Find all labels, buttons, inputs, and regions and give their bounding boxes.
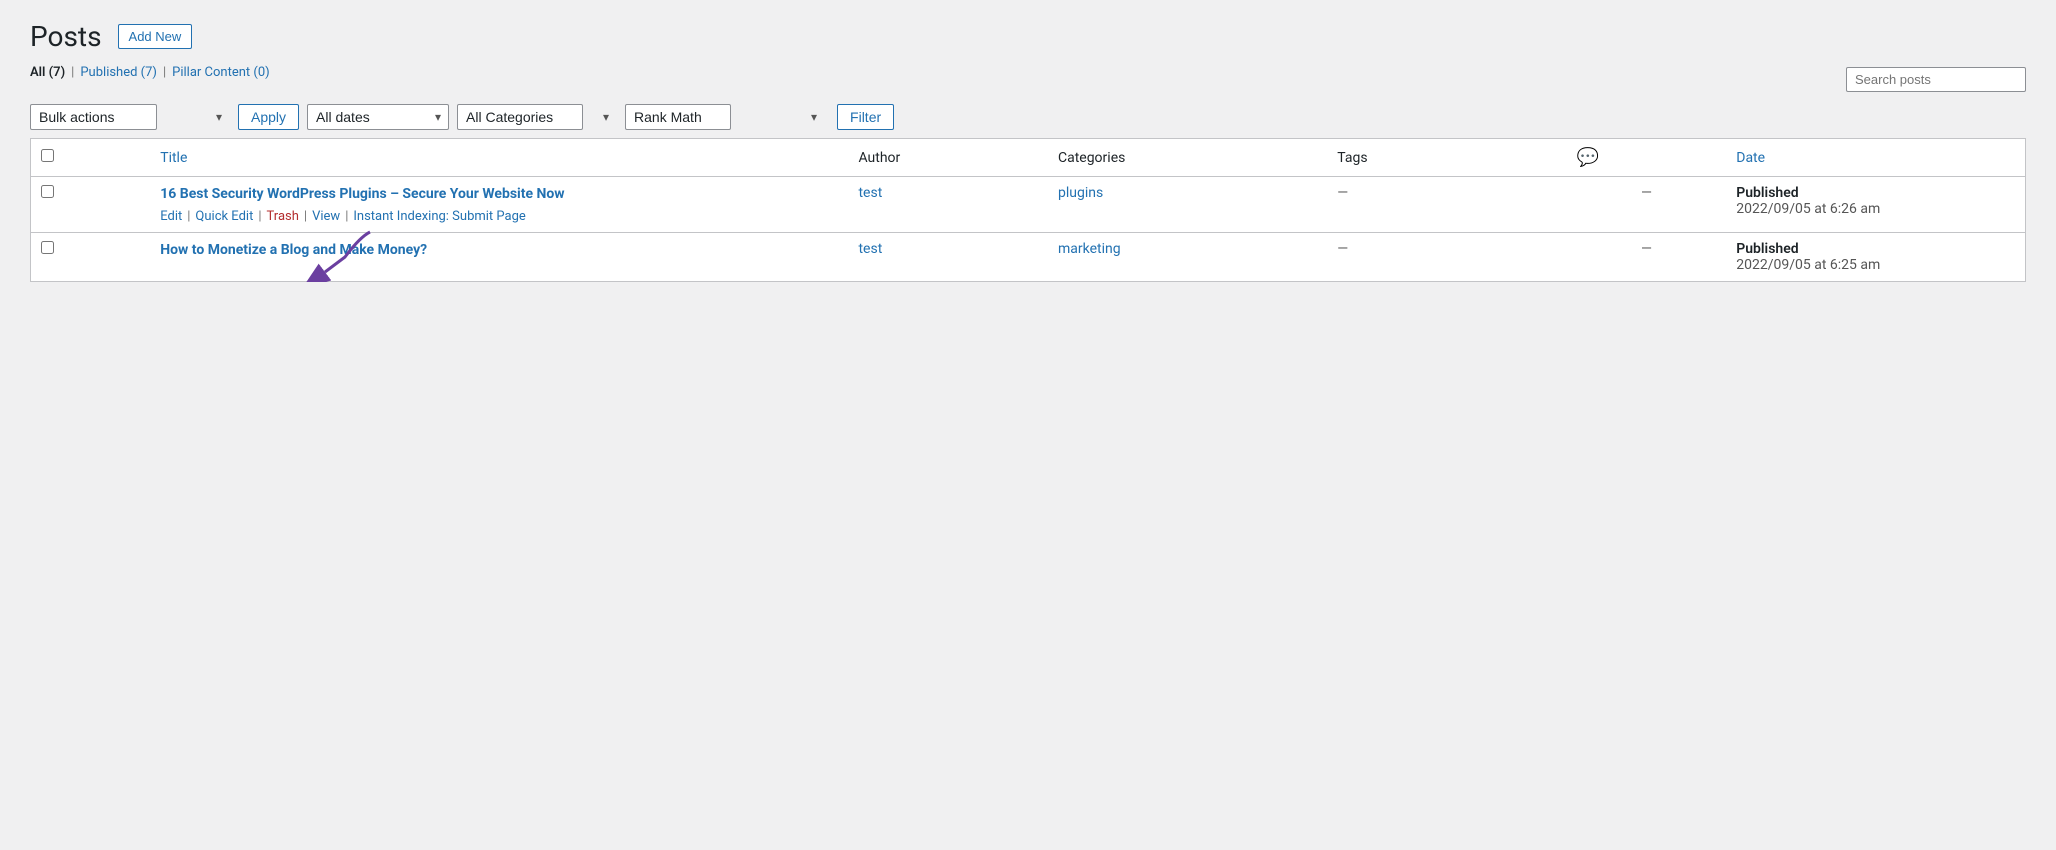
row-checkbox[interactable] [41, 241, 54, 254]
date-value: 2022/09/05 at 6:25 am [1736, 257, 1880, 273]
category-link[interactable]: plugins [1058, 185, 1103, 201]
author-link[interactable]: test [858, 241, 882, 257]
action-link-instant-index[interactable]: Instant Indexing: Submit Page [353, 209, 525, 224]
table-row: 16 Best Security WordPress Plugins – Sec… [31, 177, 2026, 233]
comments-column-header: 💬 [1567, 139, 1727, 177]
comments-icon: 💬 [1577, 147, 1599, 168]
dates-wrapper[interactable]: All datesSeptember 2022 [307, 104, 449, 130]
action-link-view[interactable]: View [312, 209, 340, 224]
post-title-link[interactable]: 16 Best Security WordPress Plugins – Sec… [160, 185, 838, 205]
table-row: How to Monetize a Blog and Make Money? te… [31, 232, 2026, 281]
apply-button[interactable]: Apply [238, 104, 299, 130]
row-date-cell: Published2022/09/05 at 6:26 am [1726, 177, 2025, 233]
checkbox-all[interactable] [41, 149, 54, 162]
action-sep: | [304, 209, 307, 224]
add-new-button[interactable]: Add New [118, 24, 193, 49]
filter-button[interactable]: Filter [837, 104, 894, 130]
filter-sep: | [163, 65, 166, 80]
action-link-edit[interactable]: Edit [160, 209, 182, 224]
tags-value: — [1337, 241, 1348, 257]
row-tags-cell: — [1327, 177, 1566, 233]
post-title-link[interactable]: How to Monetize a Blog and Make Money? [160, 241, 838, 261]
filter-links: All (7) | Published (7) | Pillar Content… [30, 65, 270, 80]
categories-wrapper[interactable]: All Categoriespluginsmarketing [457, 104, 617, 130]
row-author-cell: test [848, 232, 1048, 281]
row-comments-cell: — [1567, 177, 1727, 233]
checkbox-all-header[interactable] [31, 139, 151, 177]
row-checkbox-cell [31, 177, 151, 233]
bulk-actions-wrapper[interactable]: Bulk actionsEditMove to Trash [30, 104, 230, 130]
row-checkbox-cell [31, 232, 151, 281]
date-sort-link[interactable]: Date [1736, 150, 1765, 166]
row-actions: Edit | Quick Edit | Trash | View | Insta… [160, 209, 838, 224]
action-sep: | [345, 209, 348, 224]
rank-math-select[interactable]: Rank Math [625, 104, 731, 130]
date-status: Published [1736, 185, 1798, 201]
title-sort-link[interactable]: Title [160, 150, 187, 166]
date-value: 2022/09/05 at 6:26 am [1736, 201, 1880, 217]
dates-select[interactable]: All datesSeptember 2022 [307, 104, 449, 130]
action-sep: | [258, 209, 261, 224]
action-link-quick-edit[interactable]: Quick Edit [195, 209, 253, 224]
author-column-header: Author [848, 139, 1048, 177]
row-title-cell: How to Monetize a Blog and Make Money? [150, 232, 848, 281]
filters-bar: Bulk actionsEditMove to Trash Apply All … [30, 104, 2026, 130]
search-input[interactable] [1846, 67, 2026, 92]
filter-link-pillar-content[interactable]: Pillar Content (0) [172, 65, 270, 80]
row-author-cell: test [848, 177, 1048, 233]
row-date-cell: Published2022/09/05 at 6:25 am [1726, 232, 2025, 281]
filter-link-published[interactable]: Published (7) [80, 65, 157, 80]
row-comments-cell: — [1567, 232, 1727, 281]
action-link-trash[interactable]: Trash [267, 209, 299, 224]
table-header-row: Title Author Categories Tags 💬 Date [31, 139, 2026, 177]
author-link[interactable]: test [858, 185, 882, 201]
row-checkbox[interactable] [41, 185, 54, 198]
date-column-header: Date [1726, 139, 2025, 177]
tags-value: — [1337, 185, 1348, 201]
row-categories-cell: plugins [1048, 177, 1327, 233]
categories-column-header: Categories [1048, 139, 1327, 177]
row-tags-cell: — [1327, 232, 1566, 281]
comments-value: — [1641, 185, 1652, 201]
title-column-header: Title [150, 139, 848, 177]
row-categories-cell: marketing [1048, 232, 1327, 281]
posts-table: Title Author Categories Tags 💬 Date 16 B… [30, 138, 2026, 282]
row-title-cell: 16 Best Security WordPress Plugins – Sec… [150, 177, 848, 233]
posts-table-outer: Title Author Categories Tags 💬 Date 16 B… [30, 138, 2026, 282]
bulk-actions-select[interactable]: Bulk actionsEditMove to Trash [30, 104, 157, 130]
category-link[interactable]: marketing [1058, 241, 1121, 257]
action-sep: | [187, 209, 190, 224]
tags-column-header: Tags [1327, 139, 1566, 177]
filter-sep: | [71, 65, 74, 80]
filter-link-all[interactable]: All (7) [30, 65, 65, 80]
rank-math-wrapper[interactable]: Rank Math [625, 104, 825, 130]
date-status: Published [1736, 241, 1798, 257]
categories-select[interactable]: All Categoriespluginsmarketing [457, 104, 583, 130]
page-title: Posts [30, 20, 102, 53]
comments-value: — [1641, 241, 1652, 257]
